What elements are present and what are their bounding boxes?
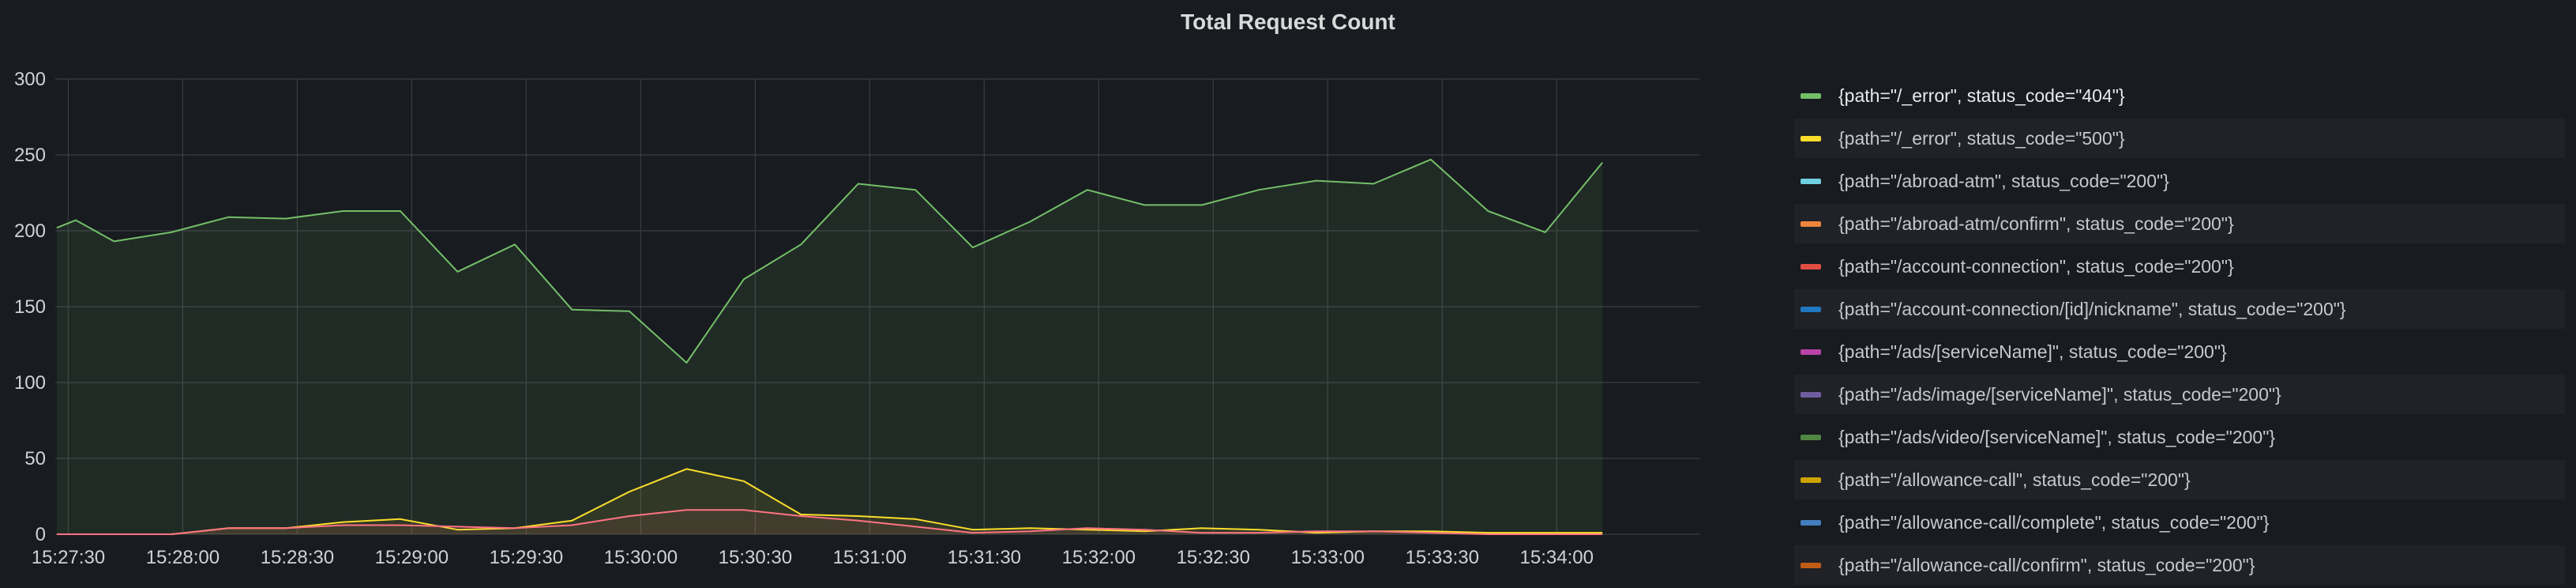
x-tick-label: 15:27:30 (32, 547, 105, 568)
legend-label: {path="/allowance-call/confirm", status_… (1838, 554, 2255, 575)
x-tick-label: 15:32:30 (1177, 547, 1250, 568)
legend-item[interactable]: {path="/allowance-call/complete", status… (1794, 503, 2565, 542)
legend-label: {path="/abroad-atm/confirm", status_code… (1838, 213, 2234, 234)
legend-color-swatch (1801, 178, 1821, 184)
legend-color-swatch (1801, 263, 1821, 270)
x-tick-label: 15:32:00 (1062, 547, 1136, 568)
x-tick-label: 15:34:00 (1520, 547, 1594, 568)
legend-item[interactable]: {path="/abroad-atm", status_code="200"} (1794, 161, 2565, 201)
x-tick-label: 15:30:30 (719, 547, 792, 568)
x-tick-label: 15:28:00 (146, 547, 220, 568)
legend-label: {path="/allowance-call/complete", status… (1838, 511, 2270, 533)
x-tick-label: 15:31:00 (833, 547, 907, 568)
chart-panel: Total Request Count 0 50 100 150 200 250 300 15… (0, 0, 2576, 588)
legend-color-swatch (1801, 434, 1821, 440)
legend-label: {path="/_error", status_code="404"} (1838, 85, 2125, 106)
legend-color-swatch (1801, 562, 1821, 568)
x-tick-label: 15:33:00 (1291, 547, 1365, 568)
legend-color-swatch (1801, 135, 1821, 141)
x-tick-label: 15:29:30 (490, 547, 563, 568)
y-tick-label: 200 (14, 220, 46, 242)
x-tick-label: 15:30:00 (604, 547, 678, 568)
legend-item[interactable]: {path="/allowance-call", status_code="20… (1794, 460, 2565, 499)
chart-plot: 0 50 100 150 200 250 300 15:27:30 15:28:00 15:28:… (14, 69, 1699, 568)
legend-color-swatch (1801, 306, 1821, 312)
legend-item[interactable]: {path="/_error", status_code="404"} (1794, 76, 2565, 115)
legend-item[interactable]: {path="/account-connection", status_code… (1794, 247, 2565, 286)
legend-label: {path="/ads/[serviceName]", status_code=… (1838, 341, 2227, 362)
y-tick-label: 100 (14, 372, 46, 394)
legend-color-swatch (1801, 220, 1821, 227)
legend-item[interactable]: {path="/account-connection/[id]/nickname… (1794, 289, 2565, 329)
legend-item[interactable]: {path="/ads/[serviceName]", status_code=… (1794, 332, 2565, 371)
legend-item[interactable]: {path="/ads/image/[serviceName]", status… (1794, 375, 2565, 414)
legend-label: {path="/_error", status_code="500"} (1838, 127, 2125, 149)
legend-color-swatch (1801, 477, 1821, 483)
y-tick-label: 0 (36, 524, 46, 545)
legend-color-swatch (1801, 519, 1821, 526)
legend-item[interactable]: {path="/ads/video/[serviceName]", status… (1794, 417, 2565, 457)
legend-color-swatch (1801, 349, 1821, 355)
legend-color-swatch (1801, 391, 1821, 398)
y-tick-label: 50 (24, 448, 46, 469)
series-area-0 (56, 159, 1603, 535)
y-tick-label: 150 (14, 296, 46, 318)
x-tick-label: 15:29:00 (375, 547, 449, 568)
legend-label: {path="/abroad-atm", status_code="200"} (1838, 170, 2169, 191)
legend-label: {path="/ads/video/[serviceName]", status… (1838, 426, 2276, 447)
legend-label: {path="/account-connection/[id]/nickname… (1838, 298, 2346, 319)
x-tick-label: 15:33:30 (1406, 547, 1479, 568)
x-tick-label: 15:31:30 (948, 547, 1021, 568)
legend-item[interactable]: {path="/allowance-call/confirm", status_… (1794, 545, 2565, 585)
legend-item[interactable]: {path="/abroad-atm/confirm", status_code… (1794, 204, 2565, 243)
legend-label: {path="/account-connection", status_code… (1838, 255, 2234, 277)
legend-label: {path="/allowance-call", status_code="20… (1838, 469, 2191, 490)
legend-item[interactable]: {path="/_error", status_code="500"} (1794, 119, 2565, 158)
legend-label: {path="/ads/image/[serviceName]", status… (1838, 383, 2281, 405)
y-tick-label: 250 (14, 145, 46, 166)
legend-color-swatch (1801, 92, 1821, 99)
chart-legend: {path="/_error", status_code="404"} {path… (1794, 76, 2565, 588)
y-tick-label: 300 (14, 69, 46, 90)
x-tick-label: 15:28:30 (261, 547, 334, 568)
